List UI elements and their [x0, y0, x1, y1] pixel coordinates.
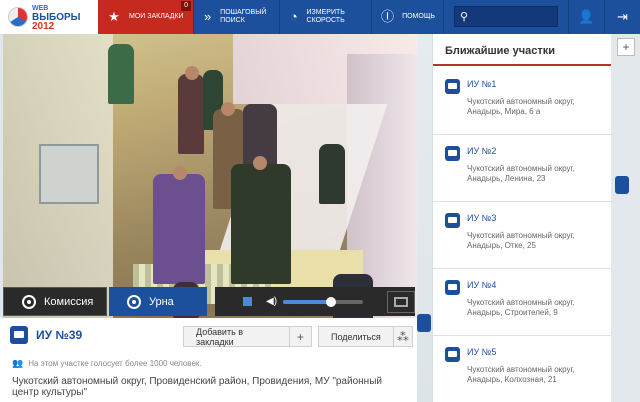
ballot-icon: [445, 280, 460, 295]
station-name: ИУ №4: [467, 280, 497, 290]
user-icon: 👤: [578, 9, 595, 24]
panel-title: Ближайшие участки: [433, 34, 611, 66]
station-info: ИУ №39 Добавить в закладки + Поделиться …: [0, 318, 417, 402]
step-search-icon: »: [203, 9, 212, 24]
bookmarks-count-badge: 0: [181, 1, 191, 11]
list-item[interactable]: ИУ №1 Чукотский автономный округ, Анадыр…: [433, 68, 611, 135]
speedometer-icon: ◔: [289, 9, 298, 24]
share-button[interactable]: Поделиться ⁂: [318, 326, 413, 347]
video-person: [108, 44, 134, 104]
list-item[interactable]: ИУ №5 Чукотский автономный округ, Анадыр…: [433, 336, 611, 402]
voter-count-note: 👥 На этом участке голосует более 1000 че…: [12, 358, 202, 368]
top-bar: WEB ВЫБОРЫ 2012 ★ Мои закладки 0 » Пошаг…: [0, 0, 640, 34]
volume-knob[interactable]: [326, 296, 337, 307]
camera-icon: [22, 294, 36, 309]
video-person-head: [173, 166, 187, 180]
logo-text: WEB ВЫБОРЫ 2012: [32, 4, 81, 32]
list-item[interactable]: ИУ №3 Чукотский автономный округ, Анадыр…: [433, 202, 611, 269]
video-person: [153, 174, 205, 284]
volume-fill: [283, 299, 332, 304]
video-person-head: [253, 156, 267, 170]
nav-bookmarks[interactable]: ★ Мои закладки 0: [98, 0, 194, 34]
add-bookmark-button[interactable]: Добавить в закладки +: [183, 326, 312, 347]
map-marker-icon[interactable]: [615, 176, 629, 194]
station-header: ИУ №39: [10, 326, 82, 344]
list-item[interactable]: ИУ №4 Чукотский автономный округ, Анадыр…: [433, 269, 611, 336]
logout-button[interactable]: ⇥: [604, 0, 640, 34]
video-person-head: [185, 66, 199, 80]
station-name: ИУ №5: [467, 347, 497, 357]
ballot-icon: [445, 347, 460, 362]
stop-button[interactable]: [243, 297, 252, 306]
nearby-stations-panel: Ближайшие участки ИУ №1 Чукотский автоно…: [432, 34, 611, 402]
ballot-icon: [445, 79, 460, 94]
video-person: [178, 74, 204, 154]
zoom-in-button[interactable]: +: [617, 38, 635, 56]
ballot-icon: [445, 213, 460, 228]
station-title: ИУ №39: [36, 328, 83, 342]
ballot-icon: [10, 326, 28, 344]
share-icon: ⁂: [392, 327, 412, 346]
help-icon: ⓘ: [381, 9, 395, 24]
video-stream[interactable]: [3, 34, 417, 318]
nav-step-search[interactable]: » Пошаговый поиск: [194, 0, 280, 34]
station-address: Чукотский автономный округ, Анадырь, Мир…: [467, 97, 575, 116]
search-icon: ⚲: [460, 11, 469, 23]
star-icon: ★: [108, 9, 120, 24]
video-person: [319, 144, 345, 204]
search-input[interactable]: [468, 11, 549, 22]
player-bar: ◀): [215, 287, 416, 316]
nav-measure-speed[interactable]: ◔ Измерить скорость: [280, 0, 372, 34]
station-name: ИУ №3: [467, 213, 497, 223]
camera-icon: [127, 294, 141, 309]
station-name: ИУ №1: [467, 79, 497, 89]
logo[interactable]: WEB ВЫБОРЫ 2012: [0, 0, 98, 34]
fullscreen-icon: [394, 296, 409, 307]
station-name: ИУ №2: [467, 146, 497, 156]
station-address: Чукотский автономный округ, Анадырь, Отк…: [467, 231, 575, 250]
plus-icon: +: [288, 327, 311, 346]
video-controls: Комиссия Урна ◀): [3, 287, 417, 318]
video-person: [231, 164, 291, 284]
nav-help[interactable]: ⓘ Помощь: [372, 0, 444, 34]
station-address: Чукотский автономный округ, Провиденский…: [12, 376, 382, 398]
list-item[interactable]: ИУ №2 Чукотский автономный округ, Анадыр…: [433, 135, 611, 202]
people-icon: 👥: [12, 358, 24, 368]
station-address: Чукотский автономный округ, Анадырь, Кол…: [467, 365, 575, 384]
plus-icon: +: [622, 40, 630, 54]
ballot-icon: [445, 146, 460, 161]
map-marker-icon[interactable]: [417, 314, 431, 332]
search-box: ⚲: [454, 6, 558, 27]
fullscreen-button[interactable]: [387, 290, 416, 313]
map-background[interactable]: [611, 34, 640, 402]
volume-slider[interactable]: [283, 296, 364, 307]
station-address: Чукотский автономный округ, Анадырь, Стр…: [467, 298, 575, 317]
camera-commission-button[interactable]: Комиссия: [3, 287, 107, 316]
volume-icon: ◀): [266, 296, 278, 307]
station-address: Чукотский автономный округ, Анадырь, Лен…: [467, 164, 575, 183]
map-background[interactable]: [417, 34, 432, 402]
logo-ball-icon: [8, 7, 28, 27]
video-ballot-box: [39, 144, 99, 204]
logout-icon: ⇥: [617, 9, 628, 24]
camera-urn-button[interactable]: Урна: [109, 287, 207, 316]
user-button[interactable]: 👤: [568, 0, 604, 34]
video-person-head: [221, 102, 235, 116]
